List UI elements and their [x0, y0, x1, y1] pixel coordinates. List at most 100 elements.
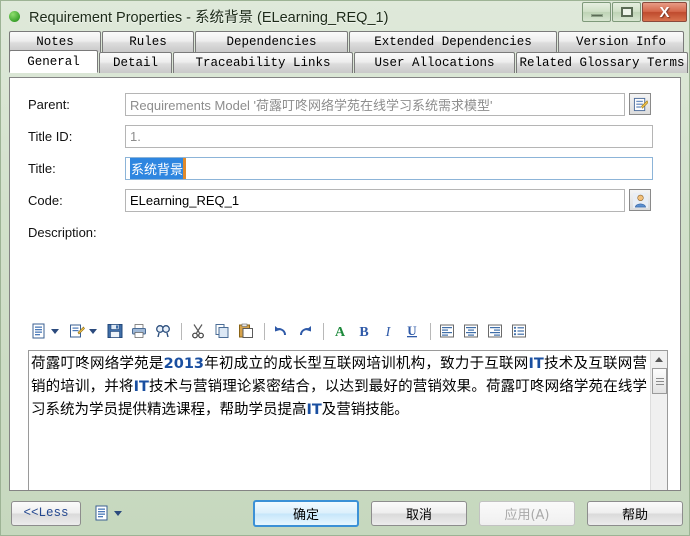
undo-icon — [270, 320, 292, 342]
tab-label: Notes — [36, 35, 74, 49]
paste-button[interactable] — [235, 320, 257, 342]
title-bar[interactable]: Requirement Properties - 系统背景 (ELearning… — [1, 1, 689, 31]
report-icon — [91, 502, 113, 524]
title-id-field[interactable]: 1. — [125, 124, 653, 148]
requirement-properties-dialog: Requirement Properties - 系统背景 (ELearning… — [0, 0, 690, 536]
user-icon — [632, 192, 648, 208]
title-label: Title: — [28, 160, 56, 176]
redo-button[interactable] — [294, 320, 316, 342]
toolbar-separator — [264, 322, 265, 340]
svg-text:I: I — [385, 325, 392, 339]
chevron-down-icon[interactable] — [114, 510, 122, 516]
code-user-button[interactable] — [629, 189, 651, 211]
bullet-list-button[interactable] — [508, 320, 530, 342]
description-editor[interactable]: 荷露叮咚网络学苑是2013年初成立的成长型互联网培训机构，致力于互联网IT技术及… — [28, 350, 668, 490]
maximize-button[interactable] — [612, 2, 641, 22]
align-right-button[interactable] — [484, 320, 506, 342]
less-label: <<Less — [23, 506, 69, 520]
find-button[interactable] — [152, 320, 174, 342]
tab-general[interactable]: General — [9, 50, 98, 73]
tab-strip: Notes Rules Dependencies Extended Depend… — [9, 31, 688, 77]
chevron-down-icon[interactable] — [89, 328, 97, 334]
underline-button[interactable]: U — [401, 320, 423, 342]
copy-button[interactable] — [211, 320, 233, 342]
tab-notes[interactable]: Notes — [9, 31, 101, 52]
cut-button[interactable] — [187, 320, 209, 342]
description-scrollbar[interactable] — [650, 351, 667, 490]
undo-button[interactable] — [270, 320, 292, 342]
align-right-icon — [484, 320, 506, 342]
edit-note-button[interactable] — [66, 320, 102, 342]
italic-button[interactable]: I — [377, 320, 399, 342]
tab-rules[interactable]: Rules — [102, 31, 194, 52]
tab-traceability-links[interactable]: Traceability Links — [173, 52, 353, 73]
chevron-down-icon[interactable] — [51, 328, 59, 334]
bold-button[interactable]: B — [353, 320, 375, 342]
scroll-up-icon — [655, 356, 663, 362]
help-label: 帮助 — [621, 507, 648, 523]
help-button[interactable]: 帮助 — [587, 500, 683, 526]
italic-icon: I — [377, 320, 399, 342]
close-icon: X — [659, 3, 670, 21]
minimize-button[interactable] — [582, 2, 611, 22]
title-row: Title: 系统背景 — [10, 156, 680, 180]
cancel-button[interactable]: 取消 — [371, 500, 467, 526]
tab-label: Detail — [112, 56, 158, 70]
tab-label: Rules — [129, 35, 167, 49]
font-color-button[interactable]: A — [329, 320, 351, 342]
title-field[interactable]: 系统背景 — [125, 156, 653, 180]
tab-label: General — [27, 54, 80, 69]
cancel-label: 取消 — [405, 507, 432, 523]
general-tab-panel: Parent: Requirements Model '荷露叮咚网络学苑在线学习… — [9, 77, 681, 491]
parent-field[interactable]: Requirements Model '荷露叮咚网络学苑在线学习系统需求模型' — [125, 92, 625, 116]
tab-row-bottom: General Detail Traceability Links User A… — [9, 50, 689, 73]
window-title: Requirement Properties - 系统背景 (ELearning… — [29, 9, 389, 26]
description-text: 荷露叮咚网络学苑是2013年初成立的成长型互联网培训机构，致力于互联网IT技术及… — [31, 353, 647, 422]
save-button[interactable] — [104, 320, 126, 342]
apply-label: 应用(A) — [504, 507, 550, 523]
tab-detail[interactable]: Detail — [99, 52, 172, 73]
align-left-button[interactable] — [436, 320, 458, 342]
tab-extended-dependencies[interactable]: Extended Dependencies — [349, 31, 557, 52]
dialog-footer: <<Less 确定 取消 应用(A) 帮助 — [1, 491, 689, 535]
document-button[interactable] — [28, 320, 64, 342]
description-toolbar: A B I U — [28, 318, 532, 344]
description-text-segment: IT — [528, 356, 544, 372]
close-button[interactable]: X — [642, 2, 687, 22]
svg-text:B: B — [359, 325, 368, 339]
scrollbar-thumb[interactable] — [652, 368, 667, 394]
code-row: Code: ELearning_REQ_1 — [10, 188, 680, 212]
apply-button: 应用(A) — [479, 500, 575, 526]
parent-value: Requirements Model '荷露叮咚网络学苑在线学习系统需求模型' — [130, 97, 493, 113]
print-button[interactable] — [128, 320, 150, 342]
description-label: Description: — [28, 224, 97, 240]
title-value: 系统背景 — [130, 157, 187, 179]
code-value: ELearning_REQ_1 — [130, 192, 240, 208]
tab-label: Extended Dependencies — [374, 35, 532, 49]
svg-text:U: U — [407, 323, 417, 338]
dialog-action-buttons: 确定 取消 应用(A) 帮助 — [253, 499, 683, 527]
description-text-segment: 2013 — [163, 356, 205, 372]
tab-label: Traceability Links — [195, 56, 331, 70]
tab-related-glossary-terms[interactable]: Related Glossary Terms — [516, 52, 688, 73]
underline-icon: U — [401, 320, 423, 342]
tab-row-top: Notes Rules Dependencies Extended Depend… — [9, 31, 685, 52]
code-field[interactable]: ELearning_REQ_1 — [125, 188, 625, 212]
tab-label: Version Info — [575, 35, 666, 49]
ok-button[interactable]: 确定 — [253, 499, 359, 527]
toolbar-separator — [181, 322, 182, 340]
properties-icon — [633, 97, 648, 111]
tab-label: Related Glossary Terms — [519, 56, 685, 70]
report-menu[interactable] — [91, 502, 127, 524]
description-text-segment: IT — [133, 379, 149, 395]
less-button[interactable]: <<Less — [11, 500, 81, 526]
scrollbar-grip-icon — [655, 380, 664, 382]
description-text-segment: 及营销技能。 — [321, 402, 409, 418]
align-center-button[interactable] — [460, 320, 482, 342]
tab-dependencies[interactable]: Dependencies — [195, 31, 348, 52]
scroll-up-button[interactable] — [651, 351, 667, 367]
tab-user-allocations[interactable]: User Allocations — [354, 52, 515, 73]
tab-version-info[interactable]: Version Info — [558, 31, 684, 52]
parent-properties-button[interactable] — [629, 93, 651, 115]
align-left-icon — [436, 320, 458, 342]
